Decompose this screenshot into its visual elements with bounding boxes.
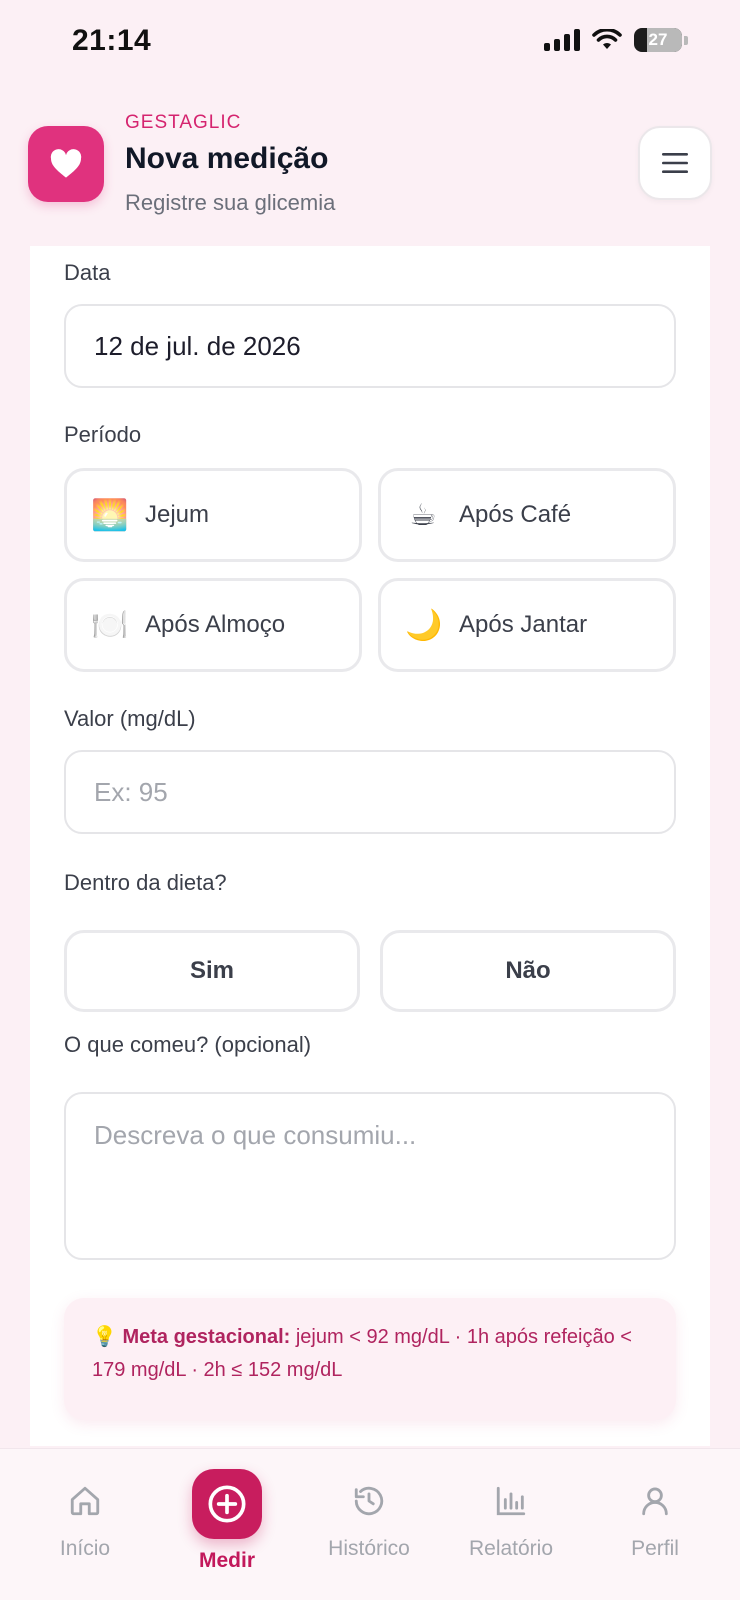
period-option-label: Após Almoço [145, 611, 286, 638]
measure-button[interactable] [192, 1469, 262, 1539]
nav-label: Medir [198, 1549, 255, 1572]
nav-item-medir[interactable]: Medir [167, 1449, 287, 1600]
nav-item-inicio[interactable]: Início [25, 1449, 145, 1600]
glucose-value-input[interactable] [64, 750, 676, 834]
tip-title: Meta gestacional: [122, 1326, 291, 1348]
bar-chart-icon [496, 1486, 526, 1516]
hamburger-menu-icon [662, 153, 688, 173]
diet-label: Dentro da dieta? [64, 870, 227, 895]
diet-yes-button[interactable]: Sim [64, 930, 360, 1012]
food-description-input[interactable] [64, 1092, 676, 1260]
period-label: Período [64, 422, 142, 447]
page-subtitle: Registre sua glicemia [125, 190, 336, 215]
status-icons: 27 [544, 28, 688, 52]
period-option-apos-cafe[interactable]: ☕ Após Café [378, 468, 676, 562]
food-label: O que comeu? (opcional) [64, 1032, 312, 1057]
app-header: GESTAGLIC Nova medição Registre sua glic… [0, 104, 740, 234]
nav-item-historico[interactable]: Histórico [309, 1449, 429, 1600]
value-label: Valor (mg/dL) [64, 706, 196, 731]
nav-label: Perfil [631, 1537, 679, 1560]
battery-icon: 27 [634, 28, 688, 52]
app-logo [28, 126, 104, 202]
nav-label: Início [59, 1537, 111, 1560]
nav-item-relatorio[interactable]: Relatório [451, 1449, 571, 1600]
measurement-form: Data Período 🌅 Jejum ☕ Após Café 🍽️ Após… [30, 246, 710, 1446]
gestational-goal-tip: 💡 Meta gestacional: jejum < 92 mg/dL · 1… [64, 1298, 676, 1420]
page-title: Nova medição [125, 142, 329, 175]
menu-button[interactable] [638, 126, 712, 200]
heart-icon [50, 149, 82, 178]
moon-icon: 🌙 [405, 607, 443, 643]
home-icon [70, 1486, 100, 1516]
battery-level: 27 [648, 30, 668, 49]
sunrise-icon: 🌅 [91, 497, 129, 533]
nav-item-perfil[interactable]: Perfil [595, 1449, 715, 1600]
nav-label: Histórico [328, 1537, 410, 1560]
history-icon [354, 1486, 384, 1516]
coffee-icon: ☕ [409, 497, 437, 533]
signal-icon [544, 29, 580, 51]
period-option-label: Após Jantar [459, 611, 588, 638]
nav-label: Relatório [468, 1537, 554, 1560]
period-option-apos-jantar[interactable]: 🌙 Após Jantar [378, 578, 676, 672]
period-option-label: Após Café [459, 501, 572, 528]
plate-icon: 🍽️ [91, 607, 129, 643]
date-field[interactable] [64, 304, 676, 388]
period-option-label: Jejum [145, 501, 210, 528]
status-time: 21:14 [72, 24, 152, 57]
plus-circle-icon [208, 1485, 246, 1523]
user-icon [642, 1487, 668, 1516]
date-label: Data [64, 260, 111, 285]
wifi-icon [592, 29, 622, 49]
lightbulb-icon: 💡 [92, 1324, 117, 1348]
app-name: GESTAGLIC [125, 112, 242, 133]
period-option-jejum[interactable]: 🌅 Jejum [64, 468, 362, 562]
period-option-apos-almoco[interactable]: 🍽️ Após Almoço [64, 578, 362, 672]
diet-no-button[interactable]: Não [380, 930, 676, 1012]
bottom-nav: Início Medir Histórico Relatório Perfil [0, 1448, 740, 1600]
status-bar: 21:14 27 [0, 0, 740, 84]
